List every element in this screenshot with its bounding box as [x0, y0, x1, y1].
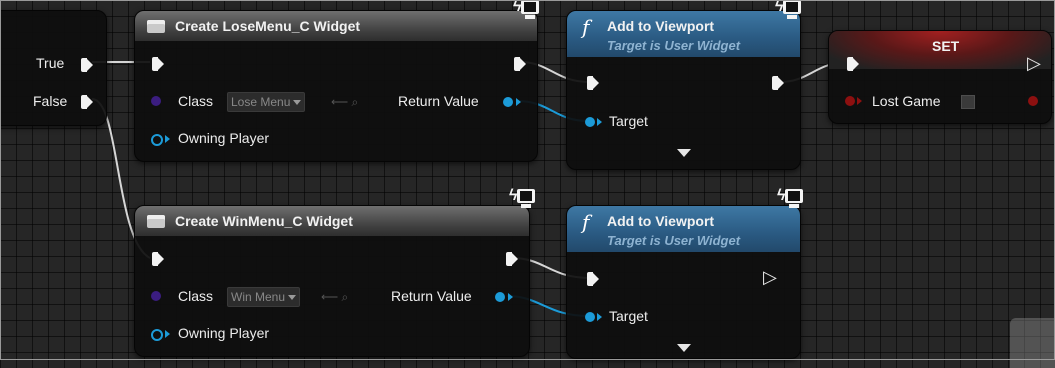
exec-in-pin[interactable]: [587, 272, 599, 286]
lost-game-out-pin[interactable]: [1028, 96, 1038, 106]
true-exec-pin[interactable]: [81, 58, 93, 72]
node-title: Create LoseMenu_C Widget: [175, 18, 361, 34]
return-value-pin[interactable]: [503, 97, 513, 107]
latent-clock-icon: ϟ: [777, 186, 805, 212]
class-pin[interactable]: [151, 96, 161, 106]
exec-out-pin[interactable]: [506, 252, 518, 266]
owning-player-arrow-icon: [165, 330, 170, 338]
widget-icon: [147, 215, 165, 228]
exec-out-pin[interactable]: ▷: [1027, 54, 1041, 72]
expand-arrow-icon[interactable]: [677, 344, 691, 352]
owning-player-label: Owning Player: [178, 130, 270, 146]
class-label: Class: [178, 288, 214, 304]
lost-game-checkbox[interactable]: [961, 95, 975, 109]
class-pin[interactable]: [151, 291, 161, 301]
target-arrow-icon: [597, 313, 602, 321]
return-value-label: Return Value: [391, 288, 472, 304]
owning-player-label: Owning Player: [178, 325, 270, 341]
target-pin[interactable]: [585, 117, 595, 127]
owning-player-pin[interactable]: [151, 134, 163, 146]
create-lose-widget-node[interactable]: Create LoseMenu_C Widget ϟ Class Lose Me…: [134, 0, 539, 162]
return-value-arrow-icon: [516, 98, 521, 106]
widget-icon: [147, 20, 165, 33]
lost-game-arrow-icon: [857, 97, 862, 105]
owning-player-pin[interactable]: [151, 329, 163, 341]
target-label: Target: [609, 308, 648, 324]
false-label: False: [33, 93, 68, 109]
browse-icons[interactable]: ⟵ ⌕: [321, 290, 348, 305]
class-label: Class: [178, 93, 214, 109]
return-value-pin[interactable]: [495, 292, 505, 302]
false-exec-pin[interactable]: [81, 95, 93, 109]
latent-clock-icon: ϟ: [775, 0, 803, 23]
node-title: Add to Viewport: [607, 18, 715, 34]
exec-out-pin[interactable]: [514, 57, 526, 71]
latent-clock-icon: ϟ: [509, 186, 537, 212]
exec-out-pin[interactable]: ▷: [763, 268, 777, 286]
lost-game-pin[interactable]: [845, 96, 855, 106]
set-lost-game-node[interactable]: SET ▷ Lost Game: [828, 30, 1052, 124]
target-pin[interactable]: [585, 312, 595, 322]
watermark-shape: [1010, 318, 1055, 368]
node-header: f Add to Viewport Target is User Widget: [567, 11, 800, 57]
node-title: Add to Viewport: [607, 213, 715, 229]
add-to-viewport-node-bottom[interactable]: f Add to Viewport Target is User Widget …: [566, 187, 803, 359]
browse-icons[interactable]: ⟵ ⌕: [331, 95, 358, 110]
node-subtitle: Target is User Widget: [607, 233, 741, 248]
expand-arrow-icon[interactable]: [677, 149, 691, 157]
latent-clock-icon: ϟ: [513, 0, 541, 23]
node-subtitle: Target is User Widget: [607, 38, 741, 53]
node-header: Create LoseMenu_C Widget: [135, 11, 537, 41]
node-title: SET: [932, 38, 960, 54]
class-dropdown[interactable]: Lose Menu: [227, 92, 306, 112]
target-label: Target: [609, 113, 648, 129]
return-value-label: Return Value: [398, 93, 479, 109]
create-win-widget-node[interactable]: Create WinMenu_C Widget ϟ Class Win Menu…: [134, 187, 535, 357]
return-value-arrow-icon: [508, 293, 513, 301]
exec-in-pin[interactable]: [587, 76, 599, 90]
class-dropdown-value: Win Menu: [231, 290, 286, 304]
target-arrow-icon: [597, 118, 602, 126]
node-header: SET: [829, 31, 1051, 69]
exec-in-pin[interactable]: [847, 57, 859, 71]
owning-player-arrow-icon: [165, 135, 170, 143]
exec-out-pin[interactable]: [772, 76, 784, 90]
chevron-down-icon: [288, 295, 297, 301]
function-icon: f: [582, 15, 590, 39]
exec-in-pin[interactable]: [152, 57, 164, 71]
node-header: f Add to Viewport Target is User Widget: [567, 206, 800, 252]
exec-in-pin[interactable]: [152, 252, 164, 266]
branch-node[interactable]: True False: [0, 10, 107, 126]
node-header: Create WinMenu_C Widget: [135, 206, 529, 236]
node-title: Create WinMenu_C Widget: [175, 213, 353, 229]
class-dropdown[interactable]: Win Menu: [227, 287, 301, 307]
function-icon: f: [582, 210, 590, 234]
chevron-down-icon: [293, 100, 302, 106]
true-label: True: [36, 55, 65, 71]
lost-game-label: Lost Game: [872, 93, 941, 109]
add-to-viewport-node-top[interactable]: f Add to Viewport Target is User Widget …: [566, 0, 801, 170]
class-dropdown-value: Lose Menu: [231, 95, 291, 109]
